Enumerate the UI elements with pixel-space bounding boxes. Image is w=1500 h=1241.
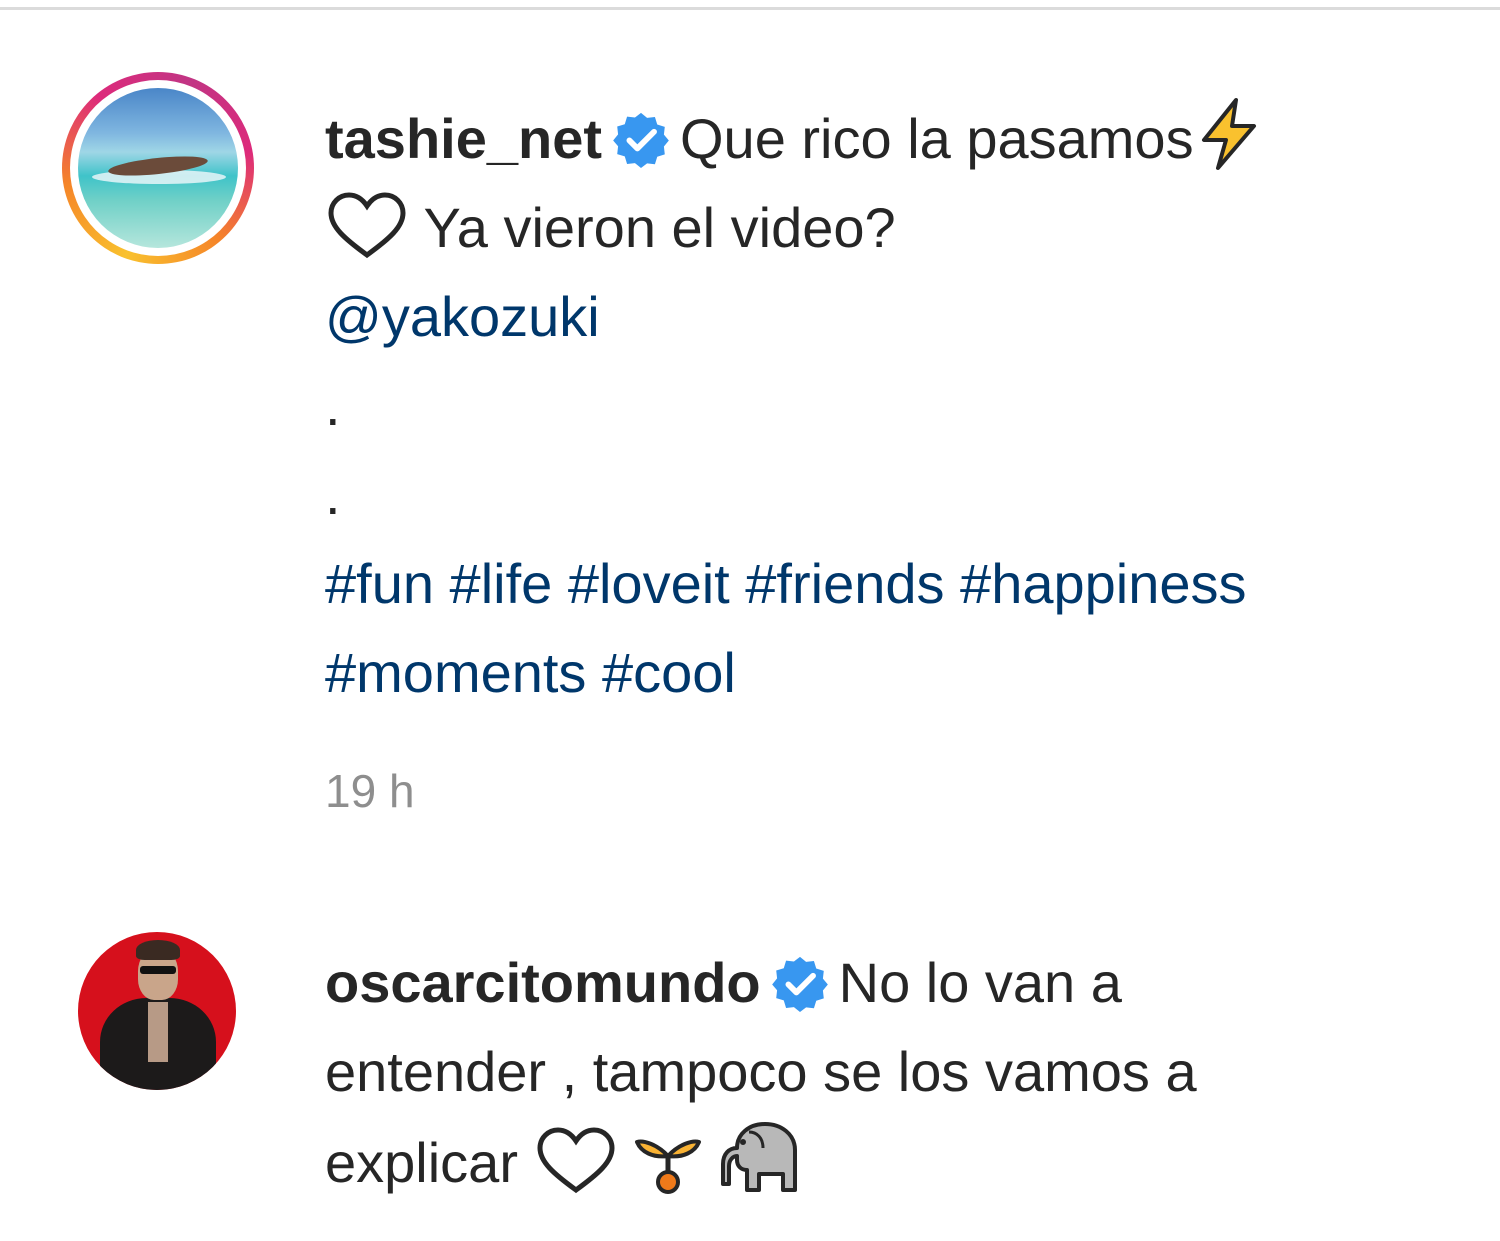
comment-line: explicar: [325, 1116, 1475, 1205]
username-link[interactable]: tashie_net: [325, 107, 602, 170]
white-heart-icon: [534, 1126, 618, 1196]
story-ring[interactable]: [62, 72, 254, 264]
comment-line: oscarcitomundo No lo van a: [325, 938, 1475, 1027]
comment-text: oscarcitomundo No lo van a entender , tam…: [325, 938, 1475, 1205]
mention-link[interactable]: @yakozuki: [325, 285, 600, 348]
elephant-icon: [719, 1118, 805, 1196]
verified-badge-icon: [612, 104, 670, 168]
comment-text: tashie_net Que rico la pasamos Ya vieron …: [325, 94, 1475, 836]
caption-dot: .: [325, 374, 341, 437]
comment-body-text: entender , tampoco se los vamos a: [325, 1040, 1197, 1103]
username-link[interactable]: oscarcitomundo: [325, 951, 761, 1014]
comment-line: #moments #cool: [325, 628, 1475, 717]
comment-line: entender , tampoco se los vamos a: [325, 1027, 1475, 1116]
hashtags-link[interactable]: #fun #life #loveit #friends #happiness: [325, 552, 1247, 615]
avatar[interactable]: [78, 88, 238, 248]
herb-icon: [633, 1116, 703, 1196]
lightning-icon: [1194, 96, 1264, 172]
comment-body-text: explicar: [325, 1131, 518, 1194]
comment-line: tashie_net Que rico la pasamos: [325, 94, 1475, 183]
comment-line: Ya vieron el video?: [325, 183, 1475, 272]
white-heart-icon: [325, 191, 409, 261]
avatar-hair-shape: [136, 940, 180, 960]
timestamp-link[interactable]: 19 h: [325, 747, 1475, 836]
comment-line: #fun #life #loveit #friends #happiness: [325, 539, 1475, 628]
top-divider: [0, 0, 1500, 10]
avatar-shirt-shape: [148, 1002, 168, 1062]
avatar[interactable]: [78, 932, 236, 1090]
caption-text: Ya vieron el video?: [423, 196, 896, 259]
comment-body-text: No lo van a: [838, 951, 1122, 1014]
verified-badge-icon: [771, 948, 829, 1012]
caption-text: Que rico la pasamos: [680, 107, 1194, 170]
hashtags-link[interactable]: #moments #cool: [325, 641, 736, 704]
avatar-glasses-shape: [140, 966, 176, 974]
caption-dot: .: [325, 463, 341, 526]
comment-line: @yakozuki: [325, 272, 1475, 361]
